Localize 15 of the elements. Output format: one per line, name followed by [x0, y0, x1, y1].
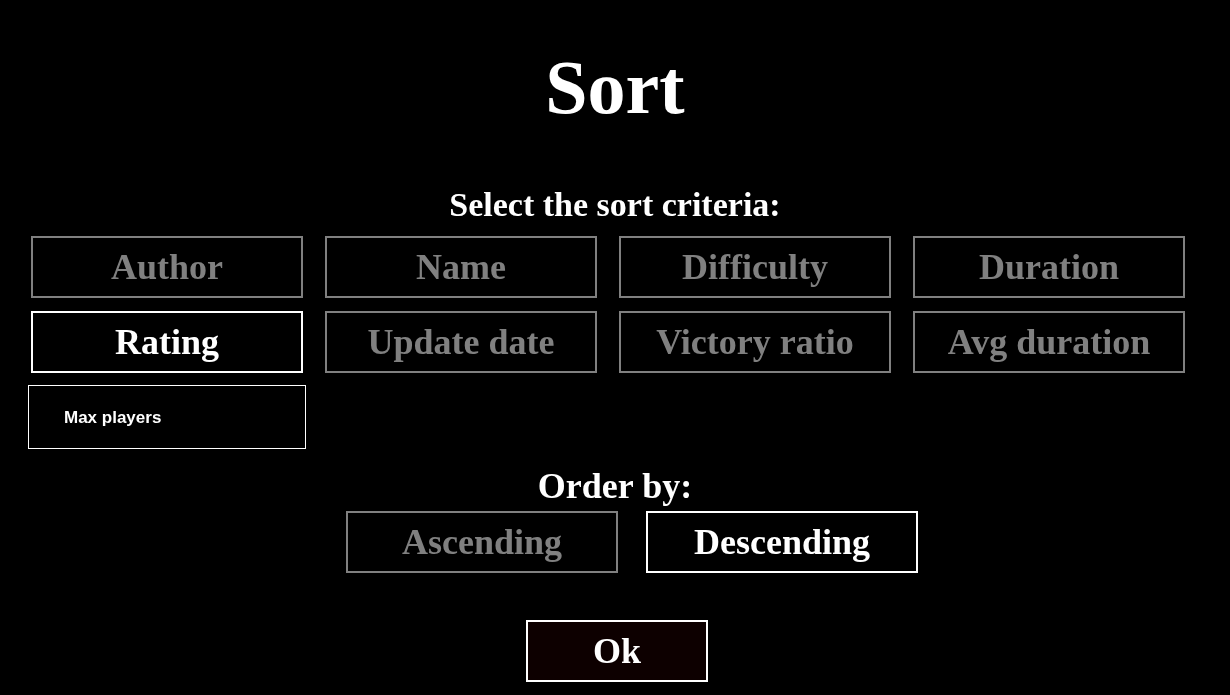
order-label: Order by: [537, 468, 693, 504]
ok-button[interactable]: Ok [526, 620, 708, 682]
sort-option[interactable]: Max players [28, 385, 306, 449]
sort-option[interactable]: Rating [31, 311, 303, 373]
sort-option[interactable]: Duration [913, 236, 1185, 298]
sort-option[interactable]: Avg duration [913, 311, 1185, 373]
sort-option[interactable]: Update date [325, 311, 597, 373]
sort-option[interactable]: Ascending [346, 511, 618, 573]
sort-option[interactable]: Victory ratio [619, 311, 891, 373]
sort-option[interactable]: Name [325, 236, 597, 298]
dialog-title: Sort [545, 49, 685, 125]
sort-option[interactable]: Difficulty [619, 236, 891, 298]
sort-option[interactable]: Author [31, 236, 303, 298]
sort-option[interactable]: Descending [646, 511, 918, 573]
criteria-label: Select the sort criteria: [449, 188, 781, 222]
